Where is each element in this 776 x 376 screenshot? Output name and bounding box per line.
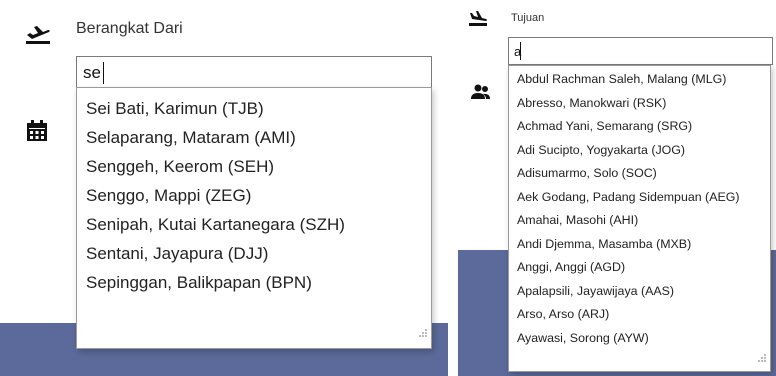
suggestion-item[interactable]: Senggo, Mappi (ZEG) xyxy=(77,181,431,210)
destination-label: Tujuan xyxy=(511,12,545,24)
destination-input[interactable] xyxy=(508,37,773,65)
plane-arrival-icon xyxy=(468,10,488,26)
suggestion-item[interactable]: Abdul Rachman Saleh, Malang (MLG) xyxy=(509,68,770,92)
resize-grip-icon[interactable] xyxy=(757,350,767,368)
resize-grip-icon[interactable] xyxy=(416,327,428,345)
users-icon xyxy=(471,84,491,100)
departure-label: Berangkat Dari xyxy=(76,20,183,37)
suggestion-item[interactable]: Senggeh, Keerom (SEH) xyxy=(77,152,431,181)
suggestion-item[interactable]: Sentani, Jayapura (DJJ) xyxy=(77,239,431,268)
suggestion-item[interactable]: Apalapsili, Jayawijaya (AAS) xyxy=(509,280,770,304)
suggestion-item[interactable]: Aek Godang, Padang Sidempuan (AEG) xyxy=(509,186,770,210)
suggestion-item[interactable]: Amahai, Masohi (AHI) xyxy=(509,209,770,233)
suggestion-item[interactable]: Sepinggan, Balikpapan (BPN) xyxy=(77,268,431,297)
suggestion-item[interactable]: Selaparang, Mataram (AMI) xyxy=(77,123,431,152)
text-caret xyxy=(103,62,104,84)
text-caret xyxy=(520,42,521,60)
suggestion-item[interactable]: Adi Sucipto, Yogyakarta (JOG) xyxy=(509,139,770,163)
departure-input[interactable] xyxy=(76,56,432,89)
destination-suggestion-list[interactable]: Abdul Rachman Saleh, Malang (MLG) Abress… xyxy=(508,65,771,372)
suggestion-item[interactable]: Anggi, Anggi (AGD) xyxy=(509,256,770,280)
calendar-icon xyxy=(26,120,48,142)
suggestion-item[interactable]: Sei Bati, Karimun (TJB) xyxy=(77,94,431,123)
departure-panel: Berangkat Dari Sei Bati, Karimun (TJB) S… xyxy=(0,0,448,376)
suggestion-item[interactable]: Senipah, Kutai Kartanegara (SZH) xyxy=(77,210,431,239)
departure-suggestion-list[interactable]: Sei Bati, Karimun (TJB) Selaparang, Mata… xyxy=(76,87,432,349)
suggestion-item[interactable]: Achmad Yani, Semarang (SRG) xyxy=(509,115,770,139)
suggestion-item[interactable]: Andi Djemma, Masamba (MXB) xyxy=(509,233,770,257)
suggestion-item[interactable]: Arso, Arso (ARJ) xyxy=(509,303,770,327)
suggestion-item[interactable]: Abresso, Manokwari (RSK) xyxy=(509,92,770,116)
plane-departure-icon xyxy=(25,24,51,44)
suggestion-item[interactable]: Ayawasi, Sorong (AYW) xyxy=(509,327,770,351)
suggestion-item[interactable]: Adisumarmo, Solo (SOC) xyxy=(509,162,770,186)
